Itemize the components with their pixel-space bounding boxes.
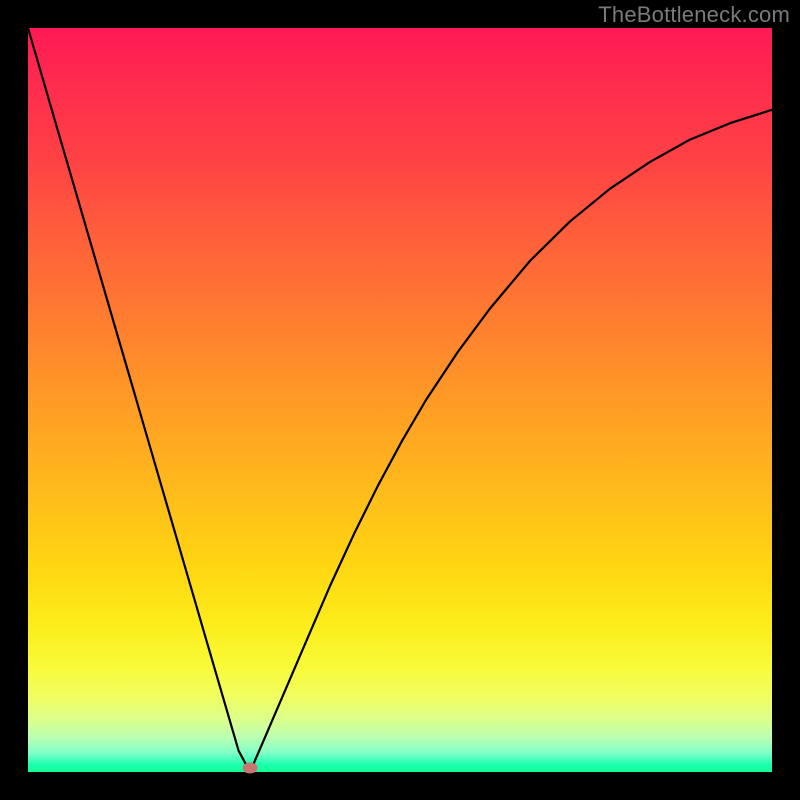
- watermark-text: TheBottleneck.com: [598, 2, 790, 28]
- bottleneck-curve: [28, 28, 772, 772]
- chart-frame: TheBottleneck.com: [0, 0, 800, 800]
- curve-svg: [28, 28, 772, 772]
- minimum-marker: [243, 763, 258, 774]
- plot-area: [28, 28, 772, 772]
